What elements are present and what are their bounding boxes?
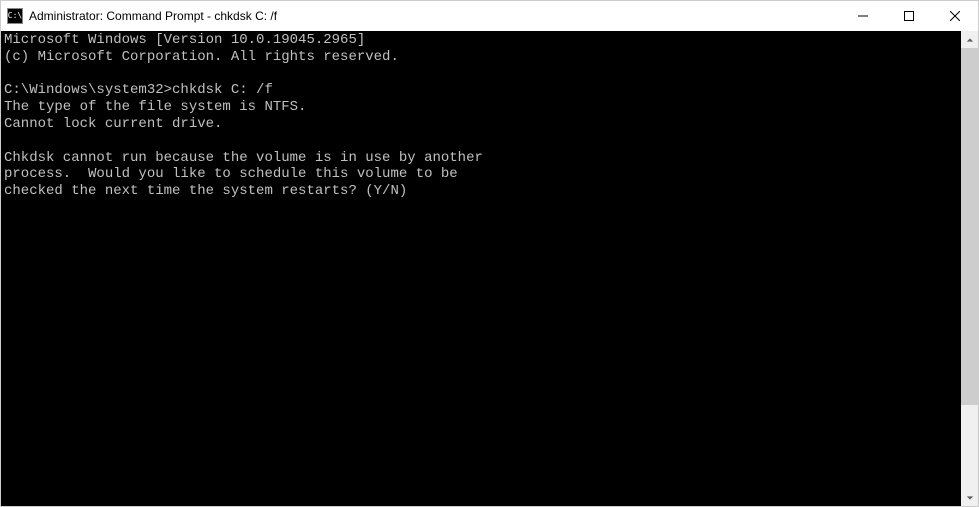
scroll-up-button[interactable] (961, 31, 978, 48)
terminal-line: Cannot lock current drive. (4, 116, 222, 132)
maximize-icon (904, 11, 914, 21)
client-area: Microsoft Windows [Version 10.0.19045.29… (1, 31, 978, 506)
scroll-track[interactable] (961, 48, 978, 489)
terminal-line: checked the next time the system restart… (4, 183, 407, 199)
terminal-line: Microsoft Windows [Version 10.0.19045.29… (4, 32, 365, 48)
maximize-button[interactable] (886, 1, 932, 31)
close-button[interactable] (932, 1, 978, 31)
window-title: Administrator: Command Prompt - chkdsk C… (29, 9, 840, 23)
minimize-icon (858, 11, 868, 21)
cmd-icon: C:\ (7, 8, 23, 24)
vertical-scrollbar[interactable] (961, 31, 978, 506)
scroll-thumb[interactable] (961, 48, 978, 405)
close-icon (950, 11, 960, 21)
terminal-line: Chkdsk cannot run because the volume is … (4, 150, 483, 166)
chevron-down-icon (966, 494, 974, 502)
terminal-line: The type of the file system is NTFS. (4, 99, 306, 115)
scroll-down-button[interactable] (961, 489, 978, 506)
terminal-output[interactable]: Microsoft Windows [Version 10.0.19045.29… (1, 31, 961, 506)
terminal-line: process. Would you like to schedule this… (4, 166, 458, 182)
terminal-prompt: C:\Windows\system32> (4, 82, 172, 98)
window-controls (840, 1, 978, 31)
terminal-line: (c) Microsoft Corporation. All rights re… (4, 49, 399, 65)
minimize-button[interactable] (840, 1, 886, 31)
chevron-up-icon (966, 36, 974, 44)
command-prompt-window: C:\ Administrator: Command Prompt - chkd… (0, 0, 979, 507)
terminal-command: chkdsk C: /f (172, 82, 273, 98)
titlebar[interactable]: C:\ Administrator: Command Prompt - chkd… (1, 1, 978, 31)
